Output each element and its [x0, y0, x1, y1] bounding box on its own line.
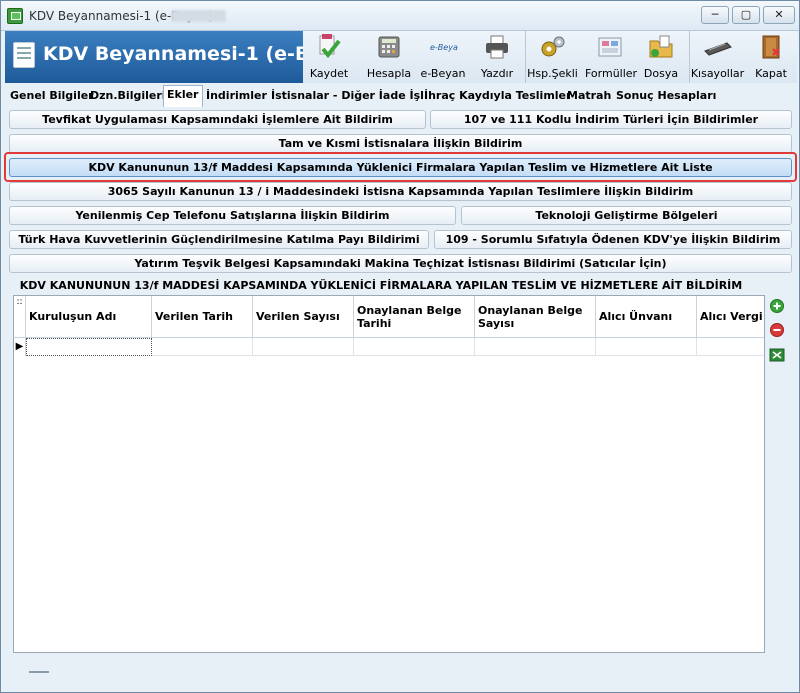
cep-telefonu-button[interactable]: Yenilenmiş Cep Telefonu Satışlarına İliş… [9, 206, 456, 225]
grid-cell[interactable] [253, 338, 354, 356]
app-icon [7, 8, 23, 24]
printer-icon [482, 33, 512, 61]
print-button[interactable]: Yazdır [475, 31, 519, 83]
data-grid[interactable]: :: Kuruluşun Adı Verilen Tarih Verilen S… [13, 295, 765, 653]
excel-icon[interactable] [769, 347, 785, 363]
tab-ekler[interactable]: Ekler [163, 85, 203, 107]
hava-kuvvetleri-button[interactable]: Türk Hava Kuvvetlerinin Güçlendirilmesin… [9, 230, 429, 249]
main-window: KDV Beyannamesi-1 (e-Beyan) ─ ▢ ✕ KDV Be… [0, 0, 800, 693]
sorumlu-109-button[interactable]: 109 - Sorumlu Sıfatıyla Ödenen KDV'ye İl… [434, 230, 792, 249]
e-beyan-button[interactable]: e-Beyan e-Beyan [417, 31, 469, 83]
gears-icon [538, 33, 568, 61]
shortcuts-button[interactable]: Kısayollar [689, 31, 745, 83]
tab-indirimler[interactable]: İndirimler [203, 87, 270, 107]
column-header[interactable]: Onaylanan Belge Sayısı [475, 296, 596, 338]
keyboard-icon [703, 33, 733, 61]
calculate-button[interactable]: Hesapla [365, 31, 413, 83]
redacted-title-text [171, 10, 226, 22]
column-header[interactable]: Verilen Tarih [152, 296, 253, 338]
column-header[interactable]: Alıcı Ünvanı [596, 296, 697, 338]
kanun-3065-button[interactable]: 3065 Sayılı Kanunun 13 / i Maddesindeki … [9, 182, 792, 201]
tab-bar: Genel Bilgiler Dzn.Bilgileri Ekler İndir… [5, 85, 797, 107]
status-bar-divider [29, 671, 49, 673]
banner: KDV Beyannamesi-1 (e-Beyan) [5, 31, 303, 83]
formulas-icon [595, 33, 625, 61]
tab-sonuc-hesaplari[interactable]: Sonuç Hesapları [613, 87, 719, 107]
close-window-button[interactable]: ✕ [763, 6, 795, 24]
column-header[interactable]: Onaylanan Belge Tarihi [354, 296, 475, 338]
e-beyan-icon: e-Beyan [428, 33, 458, 61]
grid-cell[interactable] [697, 338, 764, 356]
grid-cell[interactable] [354, 338, 475, 356]
maximize-button[interactable]: ▢ [732, 6, 760, 24]
tab-dzn-bilgileri[interactable]: Dzn.Bilgileri [87, 87, 169, 107]
delete-row-icon[interactable] [769, 322, 785, 338]
file-button[interactable]: Dosya [639, 31, 683, 83]
exit-button[interactable]: Kapat [749, 31, 793, 83]
grid-corner[interactable]: :: [14, 296, 26, 338]
calculation-method-button[interactable]: Hsp.Şekli [525, 31, 579, 83]
document-icon [13, 42, 35, 68]
kdv-13f-button[interactable]: KDV Kanununun 13/f Maddesi Kapsamında Yü… [9, 158, 792, 177]
column-header[interactable]: Alıcı Vergi No [697, 296, 764, 338]
formulas-button[interactable]: Formüller [585, 31, 637, 83]
calculator-icon [374, 33, 404, 61]
banner-title: KDV Beyannamesi-1 (e-Beyan) [43, 43, 303, 65]
tab-ihrac-kaydiyla-teslimler[interactable]: İhraç Kaydıyla Teslimler [421, 87, 574, 107]
tam-kismi-istisna-button[interactable]: Tam ve Kısmi İstisnalara İlişkin Bildiri… [9, 134, 792, 153]
tab-istisnalar[interactable]: İstisnalar - Diğer İade İşl. [268, 87, 431, 107]
grid-cell[interactable] [26, 338, 152, 356]
tab-matrah[interactable]: Matrah [564, 87, 614, 107]
column-header[interactable]: Kuruluşun Adı [26, 296, 152, 338]
folder-icon [646, 33, 676, 61]
add-row-icon[interactable] [769, 298, 785, 314]
save-button[interactable]: Kaydet [305, 31, 353, 83]
tab-genel-bilgiler[interactable]: Genel Bilgiler [7, 87, 97, 107]
kod-107-111-button[interactable]: 107 ve 111 Kodlu İndirim Türleri İçin Bi… [430, 110, 792, 129]
column-header[interactable]: Verilen Sayısı [253, 296, 354, 338]
row-indicator: ▶ [14, 338, 26, 356]
save-icon [314, 33, 344, 61]
title-bar: KDV Beyannamesi-1 (e-Beyan) ─ ▢ ✕ [1, 1, 799, 31]
section-title: KDV KANUNUNUN 13/f MADDESİ KAPSAMINDA YÜ… [19, 279, 743, 292]
teknoloji-gelistirme-button[interactable]: Teknoloji Geliştirme Bölgeleri [461, 206, 792, 225]
tevfikat-button[interactable]: Tevfikat Uygulaması Kapsamındaki İşlemle… [9, 110, 426, 129]
svg-text:e-Beyan: e-Beyan [430, 43, 458, 52]
grid-cell[interactable] [596, 338, 697, 356]
minimize-button[interactable]: ─ [701, 6, 729, 24]
yatirim-tesvik-button[interactable]: Yatırım Teşvik Belgesi Kapsamındaki Maki… [9, 254, 792, 273]
header: KDV Beyannamesi-1 (e-Beyan) Kaydet Hesap… [5, 31, 797, 83]
grid-cell[interactable] [152, 338, 253, 356]
grid-cell[interactable] [475, 338, 596, 356]
exit-icon [756, 33, 786, 61]
